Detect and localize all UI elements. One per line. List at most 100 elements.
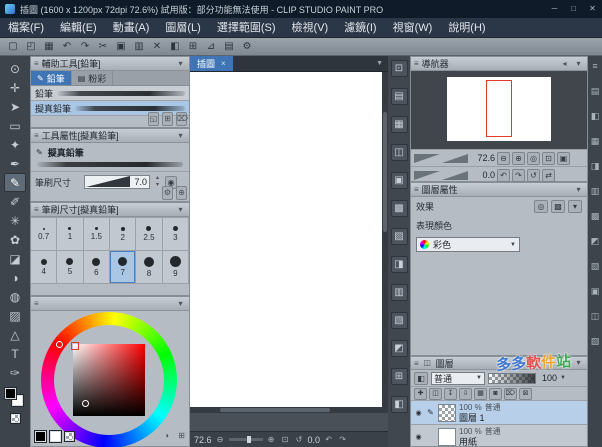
collapse-panel-icon[interactable]: ▾	[573, 58, 584, 70]
brush-tool-icon[interactable]: ✐	[4, 192, 26, 211]
blend-category-icon[interactable]: ◧	[414, 372, 428, 385]
menu-selection[interactable]: 選擇範圍(S)	[209, 18, 284, 38]
brush-size-preset[interactable]: 6	[84, 251, 110, 284]
fit-to-screen-icon[interactable]: ⊡	[280, 435, 291, 444]
menu-filter[interactable]: 濾鏡(I)	[336, 18, 384, 38]
menu-animation[interactable]: 動畫(A)	[105, 18, 158, 38]
palette-dock-icon[interactable]: ▩	[391, 200, 408, 217]
rotate-left-icon[interactable]: ↶	[497, 169, 510, 182]
zoom-slider-wedge[interactable]	[442, 154, 468, 163]
close-tab-icon[interactable]: ×	[221, 59, 226, 68]
zoom-in-icon[interactable]: ⊕	[266, 435, 277, 444]
collapse-panel-icon[interactable]: ▾	[573, 357, 584, 369]
border-effect-icon[interactable]: ◎	[534, 200, 548, 213]
zoom-tool-icon[interactable]: ⊙	[4, 59, 26, 78]
brush-size-preset[interactable]: 0.7	[31, 218, 57, 251]
layer-row[interactable]: ◉ 100 % 普通 用紙	[411, 425, 587, 447]
new-layer-folder-icon[interactable]: ◫	[429, 388, 442, 400]
dock-tab-icon[interactable]: ▦	[591, 137, 600, 146]
layer-mask-icon[interactable]: ◙	[489, 388, 502, 400]
open-file-icon[interactable]: ◰	[23, 39, 39, 54]
blend-tool-icon[interactable]: ◑	[4, 268, 26, 287]
palette-dock-icon[interactable]: ▤	[391, 88, 408, 105]
palette-dock-icon[interactable]: ▥	[391, 284, 408, 301]
operation-tool-icon[interactable]: ➤	[4, 97, 26, 116]
ruler-icon[interactable]: ⊿	[203, 39, 219, 54]
panel-menu-icon[interactable]: ≡	[34, 59, 39, 68]
expression-color-dropdown[interactable]: 彩色 ▼	[416, 237, 520, 252]
brush-size-slider[interactable]: 7.0	[84, 175, 150, 189]
hue-ring[interactable]	[41, 312, 177, 447]
canvas-page[interactable]	[190, 72, 382, 407]
rotate-right-icon[interactable]: ↷	[512, 169, 525, 182]
dock-tab-icon[interactable]: ◩	[591, 237, 600, 246]
chevron-down-icon[interactable]: ▼	[560, 375, 566, 381]
pencil-tool-icon[interactable]: ✎	[4, 173, 26, 192]
palette-dock-icon[interactable]: ⊞	[391, 368, 408, 385]
new-group-icon[interactable]: ⊞	[162, 112, 173, 126]
new-raster-layer-icon[interactable]: ✚	[414, 388, 427, 400]
rotation-slider-wedge[interactable]	[414, 171, 440, 180]
sv-cursor[interactable]	[82, 400, 89, 407]
subtool-tab-pastel[interactable]: ▤ 粉彩	[72, 71, 114, 85]
brush-size-preset[interactable]: 7	[110, 251, 136, 284]
brush-size-preset[interactable]: 3	[163, 218, 189, 251]
show-all-settings-icon[interactable]: ⊕	[176, 186, 187, 200]
dock-tab-icon[interactable]: ◨	[591, 162, 600, 171]
paint-bucket-tool-icon[interactable]: ◍	[4, 287, 26, 306]
zoom-slider[interactable]	[229, 438, 263, 441]
brush-size-preset[interactable]: 5	[57, 251, 83, 284]
brush-size-preset[interactable]: 8	[136, 251, 162, 284]
tone-effect-icon[interactable]: ▩	[551, 200, 565, 213]
palette-dock-icon[interactable]: ◨	[391, 256, 408, 273]
eyedropper-tool-icon[interactable]: ✑	[4, 363, 26, 382]
palette-dock-icon[interactable]: ▣	[391, 172, 408, 189]
transfer-to-lower-icon[interactable]: ↧	[444, 388, 457, 400]
undo-icon[interactable]: ↶	[59, 39, 75, 54]
move-tool-icon[interactable]: ✛	[4, 78, 26, 97]
copy-icon[interactable]: ▣	[113, 39, 129, 54]
settings-icon[interactable]: ⚙	[239, 39, 255, 54]
zoom-slider-knob[interactable]	[247, 436, 251, 443]
reset-rotation-icon[interactable]: ↺	[294, 435, 305, 444]
clip-to-layer-below-icon[interactable]: ▦	[474, 388, 487, 400]
flip-horizontal-icon[interactable]: ⇄	[542, 169, 555, 182]
merge-to-lower-icon[interactable]: ⇩	[459, 388, 472, 400]
blend-mode-dropdown[interactable]: 普通 ▼	[431, 372, 485, 385]
panel-menu-icon[interactable]: ≡	[414, 185, 419, 194]
palette-dock-icon[interactable]: ◫	[391, 144, 408, 161]
sub-color-chip[interactable]	[50, 431, 61, 442]
panel-menu-icon[interactable]: ≡	[414, 359, 419, 368]
navigator-preview[interactable]	[411, 71, 587, 149]
palette-dock-icon[interactable]: ◩	[391, 340, 408, 357]
menu-edit[interactable]: 編輯(E)	[52, 18, 105, 38]
fit-to-screen-icon[interactable]: ⊡	[542, 152, 555, 165]
panel-menu-icon[interactable]: ≡	[34, 131, 39, 140]
text-tool-icon[interactable]: T	[4, 344, 26, 363]
rotate-right-icon[interactable]: ↷	[337, 435, 348, 444]
gradient-tool-icon[interactable]: ▨	[4, 306, 26, 325]
dock-tab-icon[interactable]: ▥	[591, 187, 600, 196]
delete-subtool-icon[interactable]: ⌦	[176, 112, 187, 126]
palette-dock-icon[interactable]: ⊡	[391, 60, 408, 77]
panel-menu-icon[interactable]: ≡	[414, 59, 419, 68]
decoration-tool-icon[interactable]: ✿	[4, 230, 26, 249]
menu-layer[interactable]: 圖層(L)	[157, 18, 208, 38]
delete-icon[interactable]: ✕	[149, 39, 165, 54]
collapse-panel-icon[interactable]: ▾	[175, 58, 186, 70]
subtool-list-item[interactable]: 鉛筆	[31, 86, 189, 101]
dock-tab-icon[interactable]: ▨	[591, 337, 600, 346]
delete-layer-icon[interactable]: ⌦	[504, 388, 517, 400]
saturation-value-square[interactable]	[73, 344, 145, 416]
rotation-slider-wedge[interactable]	[442, 171, 468, 180]
save-icon[interactable]: ▦	[41, 39, 57, 54]
palette-dock-icon[interactable]: ▦	[391, 116, 408, 133]
collapse-panel-icon[interactable]: ▾	[175, 298, 186, 310]
snap-icon[interactable]: ▤	[221, 39, 237, 54]
dock-tab-icon[interactable]: ◧	[591, 112, 600, 121]
actual-size-icon[interactable]: ▣	[557, 152, 570, 165]
effect-more-icon[interactable]: ▾	[568, 200, 582, 213]
airbrush-tool-icon[interactable]: ✳	[4, 211, 26, 230]
transparent-color-chip[interactable]	[65, 432, 74, 441]
collapse-panel-icon[interactable]: ▾	[175, 204, 186, 216]
